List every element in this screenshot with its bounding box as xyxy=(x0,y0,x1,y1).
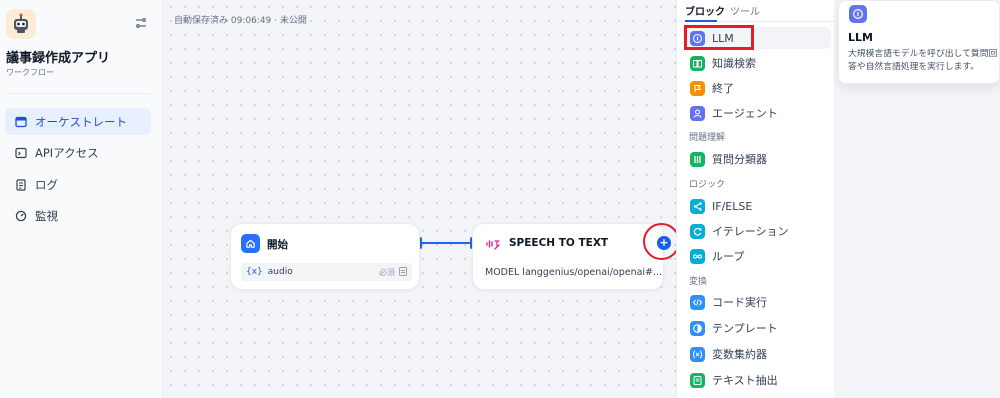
llm-tooltip: LLM 大規模言語モデルを呼び出して質問回答や自然言語処理を実行します。 xyxy=(838,0,1000,84)
llm-icon xyxy=(849,5,867,23)
menu-item-knowledge-retrieval[interactable]: 知識検索 xyxy=(683,52,831,74)
menu-item-if-else[interactable]: IF/ELSE xyxy=(683,195,831,217)
variable-name: audio xyxy=(267,267,293,277)
app-subtitle: ワークフロー xyxy=(6,68,54,77)
menu-item-label: エージェント xyxy=(712,107,778,120)
home-icon xyxy=(241,234,260,253)
menu-item-label: 終了 xyxy=(712,82,734,95)
variable-icon: {x} xyxy=(246,267,263,277)
template-icon xyxy=(690,320,705,336)
ifelse-icon xyxy=(690,198,705,214)
section-transform: 変換 xyxy=(689,277,708,287)
highlight-circle xyxy=(643,223,680,260)
app-title: 議事録作成アプリ xyxy=(6,51,111,66)
sidebar-nav: オーケストレート APIアクセス ログ 監視 xyxy=(5,108,151,234)
aggregator-icon xyxy=(690,346,705,362)
menu-item-loop[interactable]: ループ xyxy=(683,245,831,267)
menu-item-code[interactable]: コード実行 xyxy=(683,291,831,313)
tab-tools[interactable]: ツール xyxy=(730,3,760,18)
layout-icon xyxy=(15,116,27,128)
file-icon xyxy=(399,266,407,278)
menu-item-iteration[interactable]: イテレーション xyxy=(683,220,831,242)
sidebar-item-orchestrate[interactable]: オーケストレート xyxy=(5,108,151,135)
speech-to-text-icon xyxy=(483,234,502,253)
menu-item-agent[interactable]: エージェント xyxy=(683,102,831,124)
sidebar-item-label: APIアクセス xyxy=(35,146,99,160)
classifier-icon xyxy=(690,151,705,167)
block-menu-tabs: ブロック ツール xyxy=(677,0,835,22)
start-node[interactable]: 開始 {x} audio 必須 xyxy=(230,223,420,290)
menu-item-label: テキスト抽出 xyxy=(712,374,778,387)
sidebar-item-label: 監視 xyxy=(35,209,58,223)
tooltip-title: LLM xyxy=(848,31,873,44)
iteration-icon xyxy=(690,223,705,239)
connection-edge[interactable] xyxy=(420,242,472,244)
menu-item-label: 変数集約器 xyxy=(712,348,767,361)
sidebar-collapse-icon[interactable] xyxy=(134,16,150,32)
sidebar-item-monitoring[interactable]: 監視 xyxy=(5,203,151,230)
menu-item-label: テンプレート xyxy=(712,322,778,335)
menu-item-template[interactable]: テンプレート xyxy=(683,317,831,339)
loop-icon xyxy=(690,248,705,264)
start-node-title: 開始 xyxy=(267,239,288,251)
workflow-canvas[interactable] xyxy=(164,0,676,398)
menu-item-label: 知識検索 xyxy=(712,57,756,70)
log-icon xyxy=(15,178,27,191)
sidebar-item-api-access[interactable]: APIアクセス xyxy=(5,140,151,167)
end-icon xyxy=(690,80,705,96)
menu-item-label: 質問分類器 xyxy=(712,153,767,166)
tooltip-description: 大規模言語モデルを呼び出して質問回答や自然言語処理を実行します。 xyxy=(848,49,998,72)
speech-to-text-node[interactable]: SPEECH TO TEXT MODEL langgenius/openai/o… xyxy=(472,223,664,290)
stt-model: MODEL langgenius/openai/openai#... xyxy=(485,267,663,278)
sidebar-item-label: ログ xyxy=(35,177,58,192)
gauge-icon xyxy=(15,210,27,222)
menu-item-label: コード実行 xyxy=(712,296,767,309)
section-logic: ロジック xyxy=(689,180,726,190)
menu-item-text-extractor[interactable]: テキスト抽出 xyxy=(683,369,831,391)
menu-item-label: IF/ELSE xyxy=(712,199,753,213)
menu-item-end[interactable]: 終了 xyxy=(683,77,831,99)
code-icon xyxy=(690,294,705,310)
tab-blocks[interactable]: ブロック xyxy=(685,3,725,18)
variable-required: 必須 xyxy=(379,267,395,277)
sidebar-item-label: オーケストレート xyxy=(35,114,127,129)
menu-item-label: イテレーション xyxy=(712,225,789,238)
menu-item-question-classifier[interactable]: 質問分類器 xyxy=(683,148,831,170)
agent-icon xyxy=(690,105,705,121)
menu-item-variable-aggregator[interactable]: 変数集約器 xyxy=(683,343,831,365)
start-variable-row: {x} audio 必須 xyxy=(241,263,412,281)
block-menu: ブロック ツール LLM 知識検索 終了 エージェント 問題理解 質問分類器 ロ… xyxy=(676,0,835,398)
sidebar-item-logs[interactable]: ログ xyxy=(5,171,151,198)
stt-node-title: SPEECH TO TEXT xyxy=(509,237,609,249)
sidebar: 議事録作成アプリ ワークフロー オーケストレート APIアクセス ログ 監視 xyxy=(0,0,163,398)
knowledge-icon xyxy=(690,55,705,71)
terminal-icon xyxy=(15,147,27,159)
sidebar-divider xyxy=(6,93,151,94)
active-tab-indicator xyxy=(685,20,717,22)
highlight-box xyxy=(684,25,754,50)
autosave-status: 自動保存済み 09:06:49 · 未公開 xyxy=(174,16,307,26)
app-robot-icon xyxy=(6,9,36,39)
menu-item-label: ループ xyxy=(712,250,745,263)
section-problem-understanding: 問題理解 xyxy=(689,133,726,143)
extract-icon xyxy=(690,372,705,388)
